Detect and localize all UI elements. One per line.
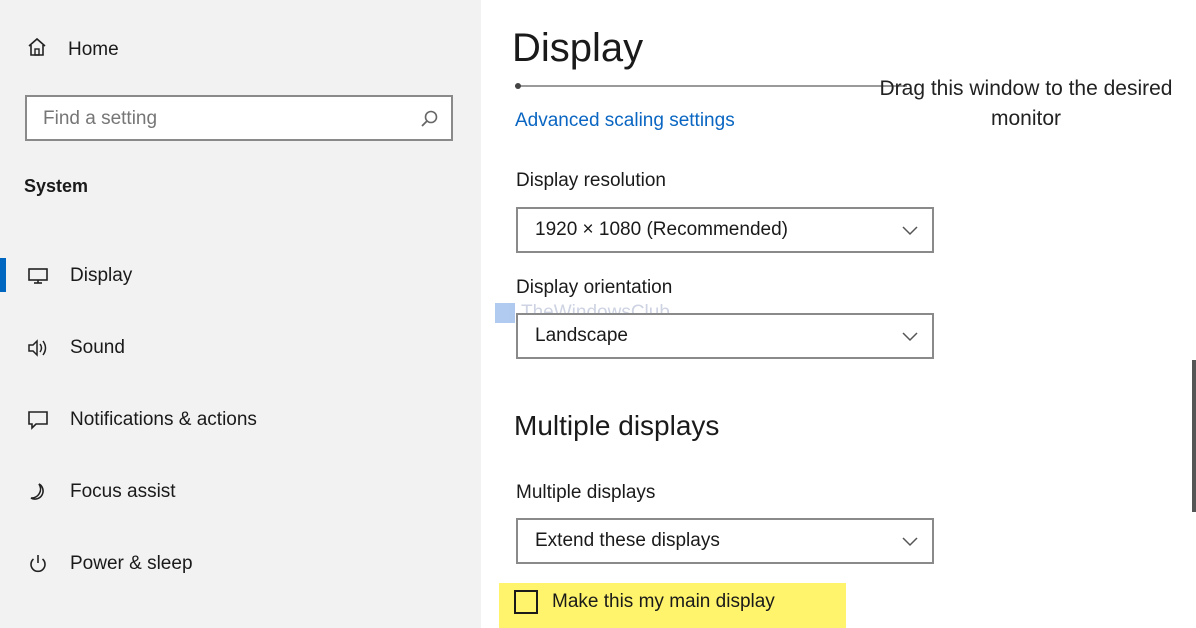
sidebar-item-display[interactable]: Display	[0, 252, 481, 300]
monitor-icon	[24, 266, 52, 286]
search-input[interactable]	[41, 105, 405, 133]
multiple-displays-dropdown[interactable]: Extend these displays	[516, 518, 934, 564]
home-icon	[26, 36, 48, 64]
moon-icon	[24, 481, 52, 503]
sidebar-item-label: Notifications & actions	[70, 409, 257, 430]
orientation-dropdown[interactable]: Landscape	[516, 313, 934, 359]
chevron-down-icon	[902, 223, 918, 241]
main-content: Display Drag this window to the desired …	[481, 0, 1196, 628]
main-display-label: Make this my main display	[552, 591, 775, 612]
sidebar-item-notifications[interactable]: Notifications & actions	[0, 396, 481, 444]
multiple-displays-heading: Multiple displays	[514, 410, 720, 441]
power-icon	[24, 553, 52, 575]
watermark-logo	[495, 303, 515, 323]
sidebar-item-label: Focus assist	[70, 481, 176, 502]
chevron-down-icon	[902, 534, 918, 552]
speaker-icon	[24, 338, 52, 358]
chevron-down-icon	[902, 329, 918, 347]
sidebar-item-label: Display	[70, 265, 133, 286]
multiple-displays-value: Extend these displays	[535, 530, 720, 551]
multiple-displays-label: Multiple displays	[516, 482, 656, 503]
advanced-scaling-link[interactable]: Advanced scaling settings	[515, 110, 735, 132]
main-display-checkbox-row[interactable]: Make this my main display	[514, 590, 775, 614]
group-title: System	[24, 176, 89, 196]
page-title: Display	[512, 26, 644, 70]
scrollbar[interactable]	[1192, 360, 1196, 512]
notification-icon	[24, 409, 52, 431]
home-nav-item[interactable]: Home	[26, 36, 119, 64]
resolution-label: Display resolution	[516, 170, 666, 191]
line-knob	[515, 83, 521, 89]
home-label: Home	[68, 39, 119, 60]
divider-line	[515, 83, 907, 89]
sidebar-item-power-sleep[interactable]: Power & sleep	[0, 540, 481, 588]
sidebar-item-label: Sound	[70, 337, 125, 358]
resolution-dropdown[interactable]: 1920 × 1080 (Recommended)	[516, 207, 934, 253]
main-display-checkbox[interactable]	[514, 590, 538, 614]
orientation-label: Display orientation	[516, 277, 673, 298]
sidebar-item-focus-assist[interactable]: Focus assist	[0, 468, 481, 516]
sidebar-item-sound[interactable]: Sound	[0, 324, 481, 372]
orientation-value: Landscape	[535, 325, 628, 346]
resolution-value: 1920 × 1080 (Recommended)	[535, 219, 788, 240]
search-box[interactable]	[25, 95, 453, 141]
search-icon[interactable]	[419, 109, 439, 134]
sidebar-item-label: Power & sleep	[70, 553, 193, 574]
sidebar: Home System Display Sound Notifications …	[0, 0, 481, 628]
drag-annotation: Drag this window to the desired monitor	[879, 77, 1173, 130]
